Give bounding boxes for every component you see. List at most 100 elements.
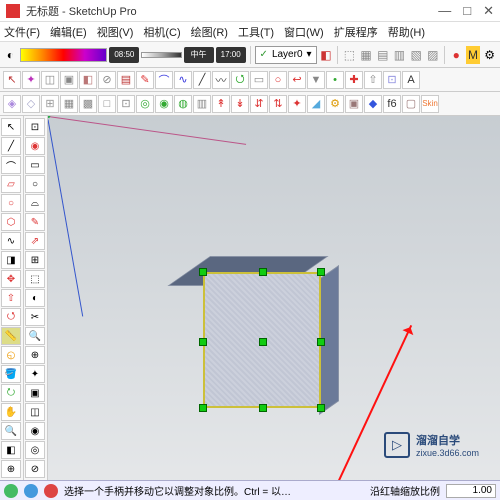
stamp-icon[interactable]: ▼: [307, 71, 325, 89]
menu-camera[interactable]: 相机(C): [143, 24, 180, 40]
tape-tool-icon[interactable]: 📏: [1, 327, 21, 345]
scale-handle[interactable]: [317, 268, 325, 276]
rect-icon[interactable]: ▭: [250, 71, 268, 89]
solid1-icon[interactable]: ◈: [3, 95, 21, 113]
top-view-icon[interactable]: ▦: [359, 46, 374, 64]
t2-b-icon[interactable]: ◉: [25, 137, 45, 155]
scale-handle[interactable]: [317, 404, 325, 412]
f6-icon[interactable]: f6: [383, 95, 401, 113]
close-button[interactable]: ✕: [483, 3, 494, 19]
select-icon[interactable]: ↖: [3, 71, 21, 89]
cube2-icon[interactable]: ▣: [60, 71, 78, 89]
text-icon[interactable]: A: [402, 71, 420, 89]
shadow-toggle-icon[interactable]: ◐: [3, 46, 18, 64]
point-icon[interactable]: •: [326, 71, 344, 89]
scale-handle[interactable]: [259, 268, 267, 276]
comp-icon[interactable]: ▣: [345, 95, 363, 113]
menu-draw[interactable]: 绘图(R): [191, 24, 228, 40]
zoomext-icon[interactable]: 🔍: [1, 422, 21, 440]
t2-d-icon[interactable]: ○: [25, 175, 45, 193]
solid2-icon[interactable]: ◇: [22, 95, 40, 113]
t2-r-icon[interactable]: ◎: [25, 441, 45, 459]
t2-p-icon[interactable]: ◫: [25, 403, 45, 421]
status-ok-icon[interactable]: [4, 484, 18, 498]
axis-icon[interactable]: ✚: [345, 71, 363, 89]
arrow-tool-icon[interactable]: ↖: [1, 118, 21, 136]
record-icon[interactable]: ●: [449, 46, 464, 64]
t2-m-icon[interactable]: ⊕: [25, 346, 45, 364]
mat1-icon[interactable]: ▥: [193, 95, 211, 113]
orbit-tool-icon[interactable]: ⭮: [1, 384, 21, 402]
right-view-icon[interactable]: ▨: [425, 46, 440, 64]
menu-window[interactable]: 窗口(W): [284, 24, 324, 40]
ruby-icon[interactable]: ◆: [364, 95, 382, 113]
red2-icon[interactable]: ↡: [231, 95, 249, 113]
t2-c-icon[interactable]: ▭: [25, 156, 45, 174]
red1-icon[interactable]: ↟: [212, 95, 230, 113]
pushpull-tool-icon[interactable]: ⇧: [1, 289, 21, 307]
time-start[interactable]: 08:50: [109, 47, 139, 63]
style1-icon[interactable]: ⊡: [117, 95, 135, 113]
t2-e-icon[interactable]: ⌓: [25, 194, 45, 212]
shaded-icon[interactable]: ▦: [60, 95, 78, 113]
date-slider[interactable]: [20, 48, 108, 62]
circle2-icon[interactable]: ○: [269, 71, 287, 89]
gear2-icon[interactable]: ⚙: [326, 95, 344, 113]
paint-tool-icon[interactable]: 🪣: [1, 365, 21, 383]
loop-icon[interactable]: ⭯: [231, 71, 249, 89]
eraser-icon[interactable]: ◧: [79, 71, 97, 89]
match-icon[interactable]: ⊡: [383, 71, 401, 89]
pan-tool-icon[interactable]: ✋: [1, 403, 21, 421]
layer-manager-icon[interactable]: ◧: [319, 46, 334, 64]
arc-icon[interactable]: ⌒: [155, 71, 173, 89]
paint-icon[interactable]: ✎: [136, 71, 154, 89]
status-user-icon[interactable]: [24, 484, 38, 498]
line-icon[interactable]: ╱: [193, 71, 211, 89]
protractor-icon[interactable]: ◵: [1, 346, 21, 364]
red3-icon[interactable]: ⇵: [250, 95, 268, 113]
t2-k-icon[interactable]: ✂: [25, 308, 45, 326]
m-icon[interactable]: M: [466, 46, 481, 64]
scale-handle[interactable]: [199, 268, 207, 276]
arrow-icon[interactable]: ↩: [288, 71, 306, 89]
scale-handle[interactable]: [259, 404, 267, 412]
hide-icon[interactable]: ⊘: [98, 71, 116, 89]
texture-icon[interactable]: ▩: [79, 95, 97, 113]
t2-f-icon[interactable]: ✎: [25, 213, 45, 231]
red4-icon[interactable]: ⇅: [269, 95, 287, 113]
eraser-tool-icon[interactable]: ◨: [1, 251, 21, 269]
wireframe-icon[interactable]: ⊞: [41, 95, 59, 113]
skin-icon[interactable]: Skin: [421, 95, 439, 113]
vcb-input[interactable]: 1.00: [446, 484, 496, 498]
layer-icon[interactable]: ▤: [117, 71, 135, 89]
plane-icon[interactable]: ◢: [307, 95, 325, 113]
freehand-tool-icon[interactable]: ∿: [1, 232, 21, 250]
mono-icon[interactable]: □: [98, 95, 116, 113]
curve-icon[interactable]: ∿: [174, 71, 192, 89]
scale-handle[interactable]: [317, 338, 325, 346]
t2-l-icon[interactable]: 🔍: [25, 327, 45, 345]
bezier-icon[interactable]: 〰: [212, 71, 230, 89]
rotate-tool-icon[interactable]: ⭯: [1, 308, 21, 326]
maximize-button[interactable]: □: [463, 3, 471, 19]
t2-n-icon[interactable]: ✦: [25, 365, 45, 383]
status-geo-icon[interactable]: [44, 484, 58, 498]
cube-front-face[interactable]: [203, 272, 321, 408]
circle-tool-icon[interactable]: ○: [1, 194, 21, 212]
t2-j-icon[interactable]: ◐: [25, 289, 45, 307]
line-tool-icon[interactable]: ╱: [1, 137, 21, 155]
t2-i-icon[interactable]: ⬚: [25, 270, 45, 288]
t2-s-icon[interactable]: ⊘: [25, 460, 45, 478]
iso-icon[interactable]: ⬚: [342, 46, 357, 64]
scale-handle[interactable]: [259, 338, 267, 346]
scale-handle[interactable]: [199, 404, 207, 412]
minimize-button[interactable]: —: [438, 3, 451, 19]
front-view-icon[interactable]: ▤: [375, 46, 390, 64]
style4-icon[interactable]: ◍: [174, 95, 192, 113]
extra1-icon[interactable]: ⊕: [1, 460, 21, 478]
t2-q-icon[interactable]: ◉: [25, 422, 45, 440]
rect-tool-icon[interactable]: ▱: [1, 175, 21, 193]
section-icon[interactable]: ◧: [1, 441, 21, 459]
arc-tool-icon[interactable]: ⌒: [1, 156, 21, 174]
style2-icon[interactable]: ◎: [136, 95, 154, 113]
